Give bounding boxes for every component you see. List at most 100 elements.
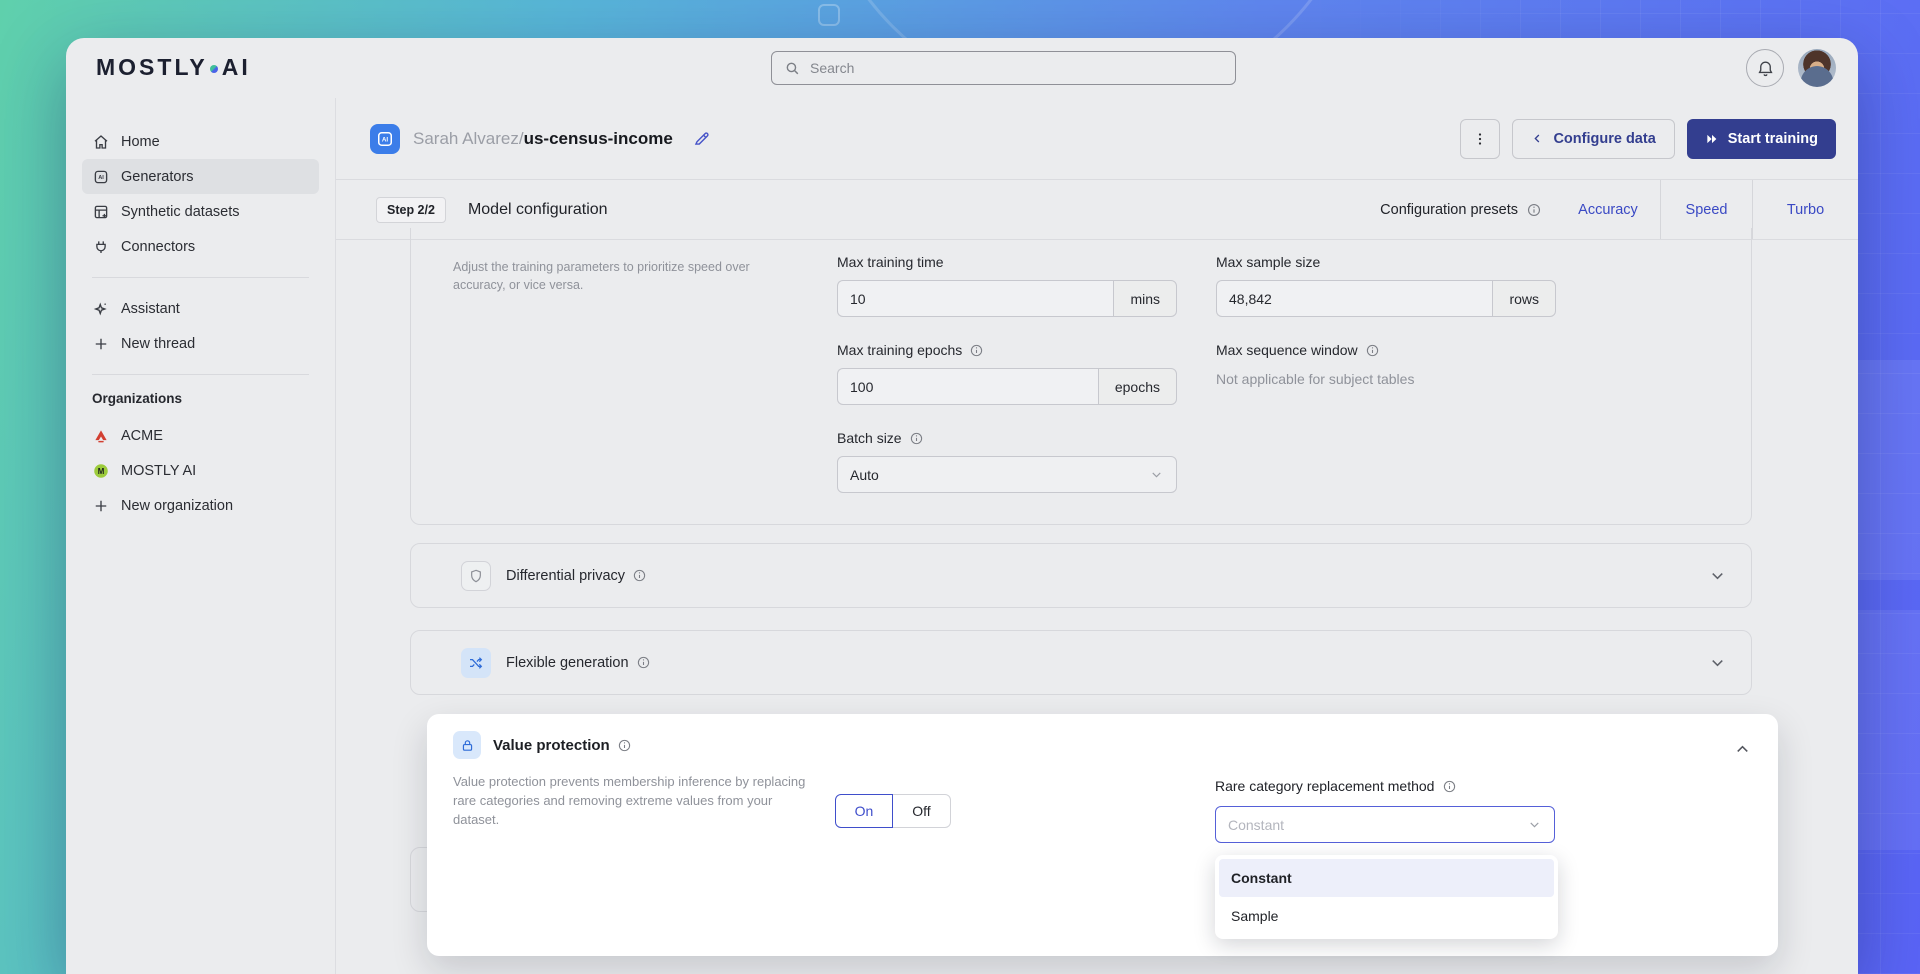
more-actions-button[interactable] (1460, 119, 1500, 159)
search-icon (784, 60, 801, 77)
sidebar-item-assistant[interactable]: Assistant (82, 291, 319, 326)
dataset-table-icon (92, 203, 110, 221)
info-icon[interactable] (1526, 202, 1542, 218)
sidebar-item-synthetic-datasets[interactable]: Synthetic datasets (82, 194, 319, 229)
sidebar-item-label: Home (121, 134, 160, 150)
info-icon[interactable] (1365, 343, 1380, 358)
info-icon[interactable] (636, 655, 651, 670)
toggle-off-button[interactable]: Off (892, 794, 951, 828)
field-label: Batch size (837, 430, 902, 446)
max-training-epochs-input[interactable] (837, 368, 1098, 405)
step-badge: Step 2/2 (376, 197, 446, 223)
presets-label-group: Configuration presets (1380, 202, 1542, 218)
search-input[interactable] (810, 60, 1223, 76)
chevron-left-icon (1531, 132, 1544, 145)
field-label: Max training time (837, 254, 944, 270)
configure-data-label: Configure data (1553, 131, 1655, 147)
svg-text:AI: AI (382, 136, 389, 143)
flexible-generation-section[interactable]: Flexible generation (410, 630, 1752, 695)
svg-text:M: M (98, 467, 105, 476)
toggle-on-button[interactable]: On (835, 794, 893, 828)
unit-label: mins (1113, 280, 1177, 317)
value-protection-description: Value protection prevents membership inf… (453, 773, 811, 830)
edit-name-icon[interactable] (692, 129, 711, 148)
max-sequence-window-field: Max sequence window Not applicable for s… (1216, 342, 1556, 387)
rare-category-dropdown: Constant Sample (1215, 855, 1558, 939)
configure-data-button[interactable]: Configure data (1512, 119, 1674, 159)
sidebar-item-label: ACME (121, 428, 163, 444)
acme-logo-icon (92, 427, 110, 445)
sidebar-item-label: MOSTLY AI (121, 463, 196, 479)
notifications-button[interactable] (1746, 49, 1784, 87)
presets-label: Configuration presets (1380, 202, 1518, 218)
chevron-up-icon[interactable] (1733, 740, 1752, 759)
max-sample-size-input[interactable] (1216, 280, 1492, 317)
rare-category-selected-value: Constant (1228, 817, 1284, 833)
sidebar-item-label: Assistant (121, 301, 180, 317)
mostly-ai-logo[interactable]: MOSTLY AI (96, 54, 251, 81)
rare-category-select[interactable]: Constant (1215, 806, 1555, 843)
bell-icon (1756, 59, 1775, 78)
batch-size-value: Auto (850, 467, 879, 483)
desktop-background: MOSTLY AI (0, 0, 1920, 974)
info-icon[interactable] (617, 738, 632, 753)
batch-size-select[interactable]: Auto (837, 456, 1177, 493)
value-protection-toggle: On Off (835, 794, 951, 828)
chevron-down-icon (1149, 467, 1164, 482)
global-search[interactable] (771, 51, 1236, 85)
ai-chip-icon: AI (92, 168, 110, 186)
kebab-icon (1471, 130, 1489, 148)
page-header: AI Sarah Alvarez/us-census-income Config… (336, 98, 1858, 179)
sidebar: Home AI Generators Synthetic datasets Co… (66, 98, 336, 974)
sidebar-item-label: New thread (121, 336, 195, 352)
section-label: Value protection (493, 737, 610, 754)
start-training-label: Start training (1728, 131, 1818, 147)
sidebar-item-home[interactable]: Home (82, 124, 319, 159)
sidebar-item-new-thread[interactable]: New thread (82, 326, 319, 361)
home-icon (92, 133, 110, 151)
batch-size-field: Batch size Auto (837, 430, 1177, 493)
sidebar-item-org-acme[interactable]: ACME (82, 418, 319, 453)
differential-privacy-section[interactable]: Differential privacy (410, 543, 1752, 608)
owner-name: Sarah Alvarez/ (413, 129, 524, 148)
model-configuration-panel: Adjust the training parameters to priori… (336, 240, 1858, 974)
topbar: MOSTLY AI (66, 38, 1858, 98)
not-applicable-note: Not applicable for subject tables (1216, 371, 1556, 387)
value-protection-section: Value protection Value protection preven… (427, 714, 1778, 956)
chevron-down-icon[interactable] (1708, 566, 1727, 585)
sidebar-item-label: Generators (121, 169, 194, 185)
sidebar-item-new-organization[interactable]: New organization (82, 488, 319, 523)
shuffle-icon (461, 648, 491, 678)
dropdown-option-constant[interactable]: Constant (1219, 859, 1554, 897)
max-training-time-field: Max training time mins (837, 254, 1177, 317)
unit-label: rows (1492, 280, 1556, 317)
sidebar-item-connectors[interactable]: Connectors (82, 229, 319, 264)
logo-dot-icon (210, 65, 218, 73)
sidebar-item-org-mostly-ai[interactable]: M MOSTLY AI (82, 453, 319, 488)
svg-text:AI: AI (98, 175, 104, 181)
info-icon[interactable] (969, 343, 984, 358)
field-label: Max sequence window (1216, 342, 1358, 358)
background-square-decoration (818, 4, 840, 26)
max-sample-size-field: Max sample size rows (1216, 254, 1556, 317)
plus-icon (92, 497, 110, 515)
topbar-right (1746, 49, 1836, 87)
info-icon[interactable] (1442, 779, 1457, 794)
generator-ai-chip-icon: AI (370, 124, 400, 154)
chevron-down-icon[interactable] (1708, 653, 1727, 672)
dropdown-option-sample[interactable]: Sample (1219, 897, 1554, 935)
page-header-actions: Configure data Start training (1460, 119, 1836, 159)
lock-icon (453, 731, 481, 759)
field-label: Max sample size (1216, 254, 1320, 270)
plug-icon (92, 238, 110, 256)
info-icon[interactable] (909, 431, 924, 446)
fast-forward-icon (1705, 132, 1719, 146)
avatar[interactable] (1798, 49, 1836, 87)
preset-turbo-button[interactable]: Turbo (1752, 180, 1858, 239)
mostly-ai-org-icon: M (92, 462, 110, 480)
max-training-epochs-field: Max training epochs epochs (837, 342, 1177, 405)
max-training-time-input[interactable] (837, 280, 1113, 317)
sidebar-item-generators[interactable]: AI Generators (82, 159, 319, 194)
info-icon[interactable] (632, 568, 647, 583)
start-training-button[interactable]: Start training (1687, 119, 1836, 159)
